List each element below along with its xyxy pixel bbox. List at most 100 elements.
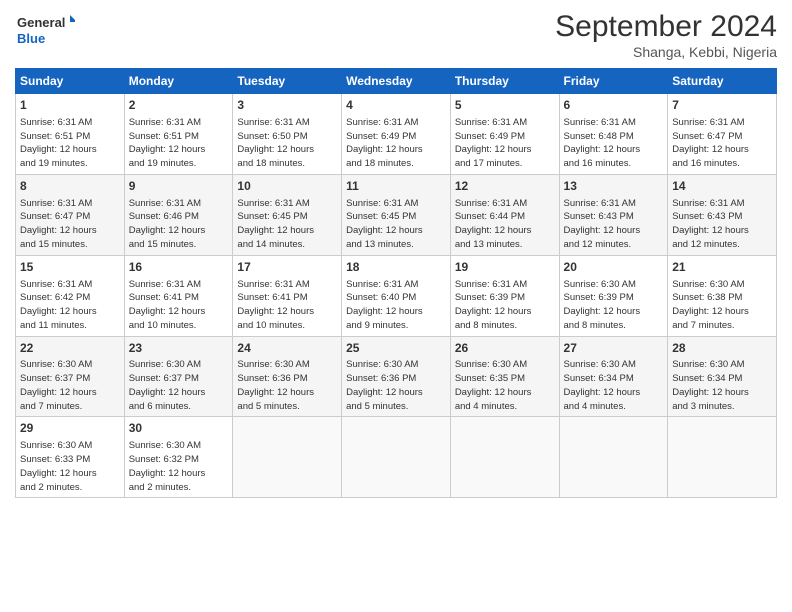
day-info: Sunrise: 6:31 AM Sunset: 6:49 PM Dayligh… <box>455 116 555 171</box>
table-cell: 8 Sunrise: 6:31 AM Sunset: 6:47 PM Daylig… <box>16 174 125 255</box>
day-number: 12 <box>455 178 555 195</box>
day-info: Sunrise: 6:30 AM Sunset: 6:34 PM Dayligh… <box>564 358 664 413</box>
header-saturday: Saturday <box>668 69 777 94</box>
day-number: 8 <box>20 178 120 195</box>
table-cell: 20Sunrise: 6:30 AM Sunset: 6:39 PM Dayli… <box>559 255 668 336</box>
table-cell: 3Sunrise: 6:31 AM Sunset: 6:50 PM Daylig… <box>233 94 342 175</box>
day-number: 4 <box>346 97 446 114</box>
day-info: Sunrise: 6:30 AM Sunset: 6:35 PM Dayligh… <box>455 358 555 413</box>
day-number: 20 <box>564 259 664 276</box>
table-cell <box>233 417 342 498</box>
day-number: 16 <box>129 259 229 276</box>
table-cell: 4Sunrise: 6:31 AM Sunset: 6:49 PM Daylig… <box>342 94 451 175</box>
table-cell: 15 Sunrise: 6:31 AM Sunset: 6:42 PM Dayli… <box>16 255 125 336</box>
day-number: 7 <box>672 97 772 114</box>
header-tuesday: Tuesday <box>233 69 342 94</box>
day-info: Sunrise: 6:30 AM Sunset: 6:34 PM Dayligh… <box>672 358 772 413</box>
day-info: Sunrise: 6:31 AM Sunset: 6:45 PM Dayligh… <box>237 197 337 252</box>
day-info: Sunrise: 6:31 AM Sunset: 6:41 PM Dayligh… <box>129 278 229 333</box>
table-cell: 17 Sunrise: 6:31 AM Sunset: 6:41 PM Dayli… <box>233 255 342 336</box>
day-number: 29 <box>20 420 120 437</box>
table-cell: 19 Sunrise: 6:31 AM Sunset: 6:39 PM Dayli… <box>450 255 559 336</box>
month-year: September 2024 <box>555 10 777 44</box>
location: Shanga, Kebbi, Nigeria <box>555 44 777 60</box>
day-number: 2 <box>129 97 229 114</box>
header-wednesday: Wednesday <box>342 69 451 94</box>
header-monday: Monday <box>124 69 233 94</box>
calendar-container: General Blue September 2024 Shanga, Kebb… <box>0 0 792 508</box>
table-cell: 5 Sunrise: 6:31 AM Sunset: 6:49 PM Daylig… <box>450 94 559 175</box>
day-info: Sunrise: 6:31 AM Sunset: 6:51 PM Dayligh… <box>20 116 120 171</box>
day-info: Sunrise: 6:31 AM Sunset: 6:44 PM Dayligh… <box>455 197 555 252</box>
table-cell: 30 Sunrise: 6:30 AM Sunset: 6:32 PM Dayli… <box>124 417 233 498</box>
day-info: Sunrise: 6:31 AM Sunset: 6:45 PM Dayligh… <box>346 197 446 252</box>
table-cell: 28Sunrise: 6:30 AM Sunset: 6:34 PM Dayli… <box>668 336 777 417</box>
day-number: 14 <box>672 178 772 195</box>
day-info: Sunrise: 6:30 AM Sunset: 6:38 PM Dayligh… <box>672 278 772 333</box>
table-cell: 24Sunrise: 6:30 AM Sunset: 6:36 PM Dayli… <box>233 336 342 417</box>
day-number: 18 <box>346 259 446 276</box>
logo-svg: General Blue <box>15 10 75 50</box>
table-cell: 10 Sunrise: 6:31 AM Sunset: 6:45 PM Dayli… <box>233 174 342 255</box>
day-number: 13 <box>564 178 664 195</box>
title-section: September 2024 Shanga, Kebbi, Nigeria <box>555 10 777 60</box>
day-number: 5 <box>455 97 555 114</box>
week-row-3: 15 Sunrise: 6:31 AM Sunset: 6:42 PM Dayli… <box>16 255 777 336</box>
svg-text:General: General <box>17 15 65 30</box>
day-number: 21 <box>672 259 772 276</box>
day-info: Sunrise: 6:30 AM Sunset: 6:33 PM Dayligh… <box>20 439 120 494</box>
table-cell: 9Sunrise: 6:31 AM Sunset: 6:46 PM Daylig… <box>124 174 233 255</box>
table-cell: 27Sunrise: 6:30 AM Sunset: 6:34 PM Dayli… <box>559 336 668 417</box>
table-cell: 26Sunrise: 6:30 AM Sunset: 6:35 PM Dayli… <box>450 336 559 417</box>
day-number: 28 <box>672 340 772 357</box>
week-row-4: 22Sunrise: 6:30 AM Sunset: 6:37 PM Dayli… <box>16 336 777 417</box>
day-info: Sunrise: 6:31 AM Sunset: 6:48 PM Dayligh… <box>564 116 664 171</box>
table-cell: 7 Sunrise: 6:31 AM Sunset: 6:47 PM Daylig… <box>668 94 777 175</box>
calendar-table: Sunday Monday Tuesday Wednesday Thursday… <box>15 68 777 498</box>
week-row-5: 29 Sunrise: 6:30 AM Sunset: 6:33 PM Dayli… <box>16 417 777 498</box>
day-info: Sunrise: 6:31 AM Sunset: 6:39 PM Dayligh… <box>455 278 555 333</box>
day-number: 9 <box>129 178 229 195</box>
day-number: 10 <box>237 178 337 195</box>
day-info: Sunrise: 6:31 AM Sunset: 6:47 PM Dayligh… <box>20 197 120 252</box>
table-cell <box>559 417 668 498</box>
week-row-2: 8 Sunrise: 6:31 AM Sunset: 6:47 PM Daylig… <box>16 174 777 255</box>
day-number: 24 <box>237 340 337 357</box>
logo: General Blue <box>15 10 75 50</box>
day-info: Sunrise: 6:30 AM Sunset: 6:32 PM Dayligh… <box>129 439 229 494</box>
day-info: Sunrise: 6:31 AM Sunset: 6:43 PM Dayligh… <box>564 197 664 252</box>
day-info: Sunrise: 6:31 AM Sunset: 6:47 PM Dayligh… <box>672 116 772 171</box>
table-cell: 1 Sunrise: 6:31 AM Sunset: 6:51 PM Daylig… <box>16 94 125 175</box>
table-cell <box>342 417 451 498</box>
day-number: 1 <box>20 97 120 114</box>
table-cell: 22Sunrise: 6:30 AM Sunset: 6:37 PM Dayli… <box>16 336 125 417</box>
table-cell: 13 Sunrise: 6:31 AM Sunset: 6:43 PM Dayli… <box>559 174 668 255</box>
table-cell <box>668 417 777 498</box>
header-thursday: Thursday <box>450 69 559 94</box>
day-number: 23 <box>129 340 229 357</box>
day-number: 27 <box>564 340 664 357</box>
table-cell <box>450 417 559 498</box>
day-number: 17 <box>237 259 337 276</box>
table-cell: 12 Sunrise: 6:31 AM Sunset: 6:44 PM Dayli… <box>450 174 559 255</box>
header-sunday: Sunday <box>16 69 125 94</box>
table-cell: 2Sunrise: 6:31 AM Sunset: 6:51 PM Daylig… <box>124 94 233 175</box>
day-number: 26 <box>455 340 555 357</box>
table-cell: 11Sunrise: 6:31 AM Sunset: 6:45 PM Dayli… <box>342 174 451 255</box>
day-info: Sunrise: 6:31 AM Sunset: 6:42 PM Dayligh… <box>20 278 120 333</box>
day-number: 15 <box>20 259 120 276</box>
table-cell: 29 Sunrise: 6:30 AM Sunset: 6:33 PM Dayli… <box>16 417 125 498</box>
day-number: 30 <box>129 420 229 437</box>
day-info: Sunrise: 6:30 AM Sunset: 6:36 PM Dayligh… <box>346 358 446 413</box>
weekday-header-row: Sunday Monday Tuesday Wednesday Thursday… <box>16 69 777 94</box>
table-cell: 6Sunrise: 6:31 AM Sunset: 6:48 PM Daylig… <box>559 94 668 175</box>
day-info: Sunrise: 6:31 AM Sunset: 6:41 PM Dayligh… <box>237 278 337 333</box>
week-row-1: 1 Sunrise: 6:31 AM Sunset: 6:51 PM Daylig… <box>16 94 777 175</box>
day-info: Sunrise: 6:31 AM Sunset: 6:40 PM Dayligh… <box>346 278 446 333</box>
table-cell: 23Sunrise: 6:30 AM Sunset: 6:37 PM Dayli… <box>124 336 233 417</box>
table-cell: 21 Sunrise: 6:30 AM Sunset: 6:38 PM Dayli… <box>668 255 777 336</box>
svg-text:Blue: Blue <box>17 31 45 46</box>
day-info: Sunrise: 6:31 AM Sunset: 6:50 PM Dayligh… <box>237 116 337 171</box>
header: General Blue September 2024 Shanga, Kebb… <box>15 10 777 60</box>
day-number: 19 <box>455 259 555 276</box>
